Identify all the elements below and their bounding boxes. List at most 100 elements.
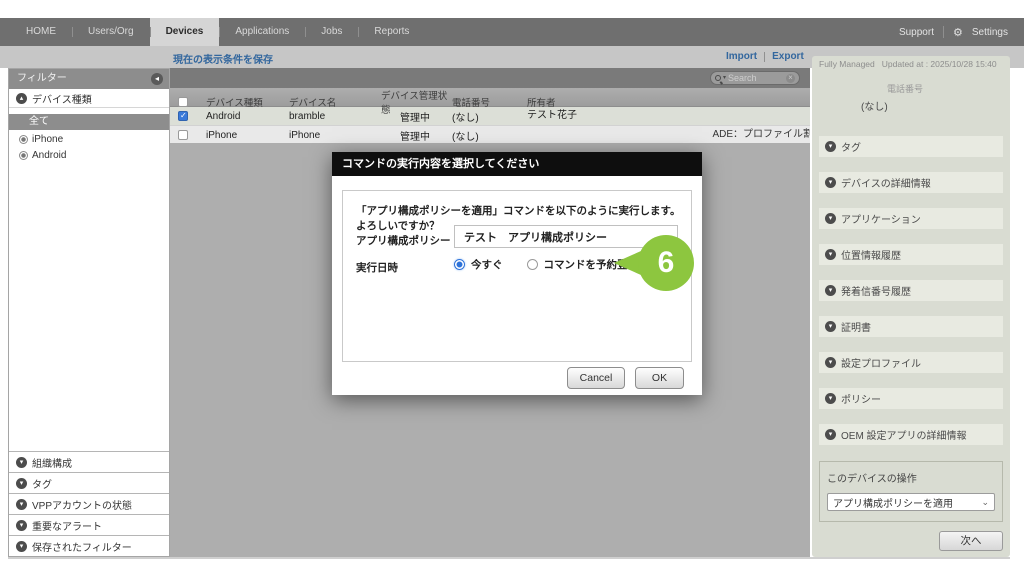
operation-select[interactable]: アプリ構成ポリシーを適用 ⌄ (827, 493, 995, 511)
accordion-label: アプリケーション (841, 211, 921, 226)
export-link[interactable]: Export (772, 51, 804, 62)
nav-right: Support ⚙ Settings (899, 18, 1024, 46)
cell-management-status: 管理中 (381, 109, 452, 124)
cell-device-name: bramble (289, 111, 381, 122)
support-link[interactable]: Support (899, 27, 934, 38)
cell-phone-number: (なし) (452, 128, 527, 143)
chevron-down-icon: ▾ (825, 177, 836, 188)
accordion-label: 証明書 (841, 319, 871, 334)
operations-title: このデバイスの操作 (827, 470, 995, 485)
import-link[interactable]: Import (726, 51, 757, 62)
filter-section-saved-filters[interactable]: ▾ 保存されたフィルター (9, 535, 169, 556)
import-export-links: Import Export (726, 51, 804, 62)
filter-section-tags[interactable]: ▾ タグ (9, 472, 169, 493)
top-navbar: HOME Users/Org Devices Applications Jobs… (0, 18, 1024, 46)
policy-field-label: アプリ構成ポリシー※ (356, 233, 463, 248)
accordion-label: 位置情報履歴 (841, 247, 901, 262)
col-device-type: デバイス種類 (206, 95, 289, 109)
filter-section-organization[interactable]: ▾ 組織構成 (9, 451, 169, 472)
accordion-label: ポリシー (841, 391, 881, 406)
filter-section-alerts[interactable]: ▾ 重要なアラート (9, 514, 169, 535)
chevron-down-icon: ▾ (825, 357, 836, 368)
row-checkbox[interactable] (178, 111, 188, 121)
callout-step-6: 6 (638, 235, 694, 291)
accordion-label: デバイスの詳細情報 (841, 175, 931, 190)
nav-divider (943, 26, 944, 38)
clear-search-icon[interactable]: × (786, 74, 795, 83)
accordion-call-history[interactable]: ▾ 発着信番号履歴 (819, 280, 1003, 301)
accordion-config-profiles[interactable]: ▾ 設定プロファイル (819, 352, 1003, 373)
chevron-down-icon: ▾ (16, 499, 27, 510)
dialog-title: コマンドの実行内容を選択してください (332, 152, 702, 176)
table-header: デバイス種類 デバイス名 デバイス管理状態 電話番号 所有者 (170, 88, 810, 107)
filter-section-label: 組織構成 (32, 455, 72, 470)
accordion-policies[interactable]: ▾ ポリシー (819, 388, 1003, 409)
management-mode-label: Fully Managed (819, 59, 875, 69)
filter-option-label: Android (32, 150, 66, 161)
select-caret-icon: ⌄ (981, 497, 989, 508)
settings-gear-icon: ⚙ (953, 26, 963, 39)
accordion-oem-settings[interactable]: ▾ OEM 設定アプリの詳細情報 (819, 424, 1003, 445)
radio-now-label: 今すぐ (471, 257, 503, 272)
nav-tab-home[interactable]: HOME (10, 18, 72, 46)
filter-title: フィルター (17, 73, 67, 84)
radio-schedule[interactable] (527, 259, 538, 270)
filter-option-iphone[interactable]: iPhone (9, 132, 169, 146)
accordion-label: 設定プロファイル (841, 355, 921, 370)
accordion-certificates[interactable]: ▾ 証明書 (819, 316, 1003, 337)
collapse-sidebar-icon[interactable]: ◂ (151, 73, 163, 85)
chevron-down-icon: ▾ (825, 249, 836, 260)
search-input[interactable] (728, 73, 784, 83)
save-current-view-link[interactable]: 現在の表示条件を保存 (173, 51, 273, 66)
accordion-applications[interactable]: ▾ アプリケーション (819, 208, 1003, 229)
cell-phone-number: (なし) (452, 109, 527, 124)
cell-ade-note: ADE：プロファイル割 (712, 126, 810, 144)
radio-icon (19, 135, 28, 144)
nav-tab-applications[interactable]: Applications (219, 18, 305, 46)
ok-button[interactable]: OK (635, 367, 684, 389)
row-checkbox[interactable] (178, 130, 188, 140)
filter-section-vpp-account[interactable]: ▾ VPPアカウントの状態 (9, 493, 169, 514)
phone-number-block: 電話番号 (なし) (845, 82, 965, 113)
col-device-name: デバイス名 (289, 95, 381, 109)
screen: HOME Users/Org Devices Applications Jobs… (0, 0, 1024, 576)
accordion-device-details[interactable]: ▾ デバイスの詳細情報 (819, 172, 1003, 193)
filter-option-all[interactable]: 全て (9, 114, 169, 130)
cell-device-name: iPhone (289, 130, 381, 141)
nav-tab-jobs[interactable]: Jobs (305, 18, 358, 46)
settings-link[interactable]: Settings (972, 27, 1008, 38)
accordion-location-history[interactable]: ▾ 位置情報履歴 (819, 244, 1003, 265)
col-phone-number: 電話番号 (452, 95, 527, 109)
nav-tab-devices[interactable]: Devices (150, 18, 220, 46)
accordion-label: 発着信番号履歴 (841, 283, 911, 298)
chevron-down-icon: ▾ (16, 541, 27, 552)
filter-section-device-type[interactable]: ▴ デバイス種類 (9, 89, 169, 108)
filter-option-label: iPhone (32, 134, 63, 145)
chevron-down-icon: ▾ (16, 520, 27, 531)
cancel-button[interactable]: Cancel (567, 367, 625, 389)
radio-now[interactable] (454, 259, 465, 270)
operation-selected-value: アプリ構成ポリシーを適用 (833, 495, 953, 510)
cell-device-type: iPhone (206, 130, 289, 141)
filter-option-android[interactable]: Android (9, 148, 169, 162)
chevron-down-icon: ▾ (825, 429, 836, 440)
select-all-checkbox[interactable] (178, 97, 188, 107)
device-operations-box: このデバイスの操作 アプリ構成ポリシーを適用 ⌄ (819, 461, 1003, 522)
next-button[interactable]: 次へ (939, 531, 1003, 551)
filter-section-label: 保存されたフィルター (32, 539, 132, 554)
accordion-tags[interactable]: ▾ タグ (819, 136, 1003, 157)
nav-tab-reports[interactable]: Reports (358, 18, 425, 46)
sidebar-spacer (9, 162, 169, 451)
nav-tab-users-org[interactable]: Users/Org (72, 18, 150, 46)
phone-number-value: (なし) (845, 98, 965, 113)
chevron-down-icon: ▾ (825, 393, 836, 404)
device-detail-panel: Fully Managed Updated at : 2025/10/28 15… (812, 56, 1010, 557)
chevron-up-icon: ▴ (16, 93, 27, 104)
phone-number-label: 電話番号 (845, 82, 965, 95)
device-status-line: Fully Managed Updated at : 2025/10/28 15… (819, 59, 1003, 69)
table-row[interactable]: Android bramble 管理中 (なし) テスト花子 (170, 107, 810, 125)
chevron-down-icon: ▾ (825, 141, 836, 152)
cell-device-type: Android (206, 111, 289, 122)
table-row[interactable]: iPhone iPhone 管理中 (なし) ADE：プロファイル割 (170, 125, 810, 143)
chevron-down-icon: ▾ (825, 213, 836, 224)
